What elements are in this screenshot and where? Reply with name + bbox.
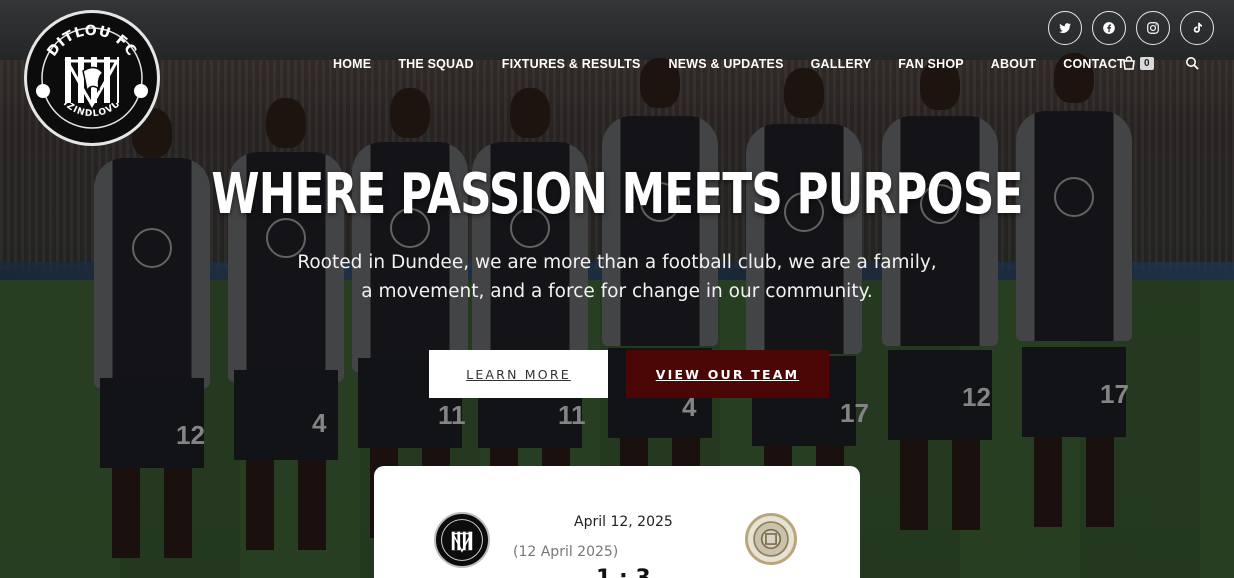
nav-home[interactable]: HOME bbox=[333, 57, 371, 71]
tiktok-icon bbox=[1193, 22, 1202, 33]
hero-subtext: Rooted in Dundee, we are more than a foo… bbox=[0, 248, 1234, 306]
fixture-date: April 12, 2025 bbox=[574, 514, 673, 530]
fixture-score: 1 : 3 bbox=[596, 566, 651, 578]
opponent-crest-icon bbox=[753, 521, 789, 557]
brand-name: DITLOU FC bbox=[44, 23, 138, 60]
instagram-icon bbox=[1147, 22, 1159, 34]
hero-headline: WHERE PASSION MEETS PURPOSE bbox=[211, 162, 1023, 227]
social-links bbox=[1048, 11, 1214, 45]
club-crest-icon: DITLOU FC IZINDLOVU bbox=[36, 23, 148, 129]
main-navigation: HOME THE SQUAD FIXTURES & RESULTS NEWS &… bbox=[333, 57, 1125, 71]
cart-count: 0 bbox=[1140, 56, 1154, 70]
nav-news-updates[interactable]: NEWS & UPDATES bbox=[669, 57, 784, 71]
svg-text:DITLOU FC: DITLOU FC bbox=[44, 23, 139, 60]
nav-the-squad[interactable]: THE SQUAD bbox=[398, 57, 473, 71]
nav-contact[interactable]: CONTACT bbox=[1063, 57, 1125, 71]
twitter-icon bbox=[1059, 23, 1071, 33]
away-team-crest bbox=[745, 513, 797, 565]
nav-about[interactable]: ABOUT bbox=[991, 57, 1036, 71]
search-button[interactable] bbox=[1185, 56, 1199, 75]
fixture-date-alt: (12 April 2025) bbox=[513, 544, 619, 560]
nav-fan-shop[interactable]: FAN SHOP bbox=[898, 57, 964, 71]
cart-button[interactable]: 0 bbox=[1122, 56, 1154, 70]
fixture-card[interactable]: April 12, 2025 (12 April 2025) 1 : 3 bbox=[374, 466, 860, 578]
nav-fixtures-results[interactable]: FIXTURES & RESULTS bbox=[502, 57, 641, 71]
hero-subtext-line2: a movement, and a force for change in ou… bbox=[361, 281, 873, 302]
learn-more-button[interactable]: LEARN MORE bbox=[429, 350, 608, 398]
home-team-crest bbox=[434, 512, 490, 568]
instagram-link[interactable] bbox=[1136, 11, 1170, 45]
view-our-team-button[interactable]: VIEW OUR TEAM bbox=[626, 350, 829, 398]
club-logo[interactable]: DITLOU FC IZINDLOVU bbox=[24, 10, 160, 146]
cart-icon bbox=[1123, 56, 1135, 70]
nav-gallery[interactable]: GALLERY bbox=[811, 57, 872, 71]
ditlou-fc-crest-icon bbox=[441, 519, 483, 561]
facebook-icon bbox=[1103, 22, 1115, 34]
twitter-link[interactable] bbox=[1048, 11, 1082, 45]
hero-subtext-line1: Rooted in Dundee, we are more than a foo… bbox=[297, 252, 937, 273]
search-icon bbox=[1186, 57, 1199, 70]
facebook-link[interactable] bbox=[1092, 11, 1126, 45]
tiktok-link[interactable] bbox=[1180, 11, 1214, 45]
